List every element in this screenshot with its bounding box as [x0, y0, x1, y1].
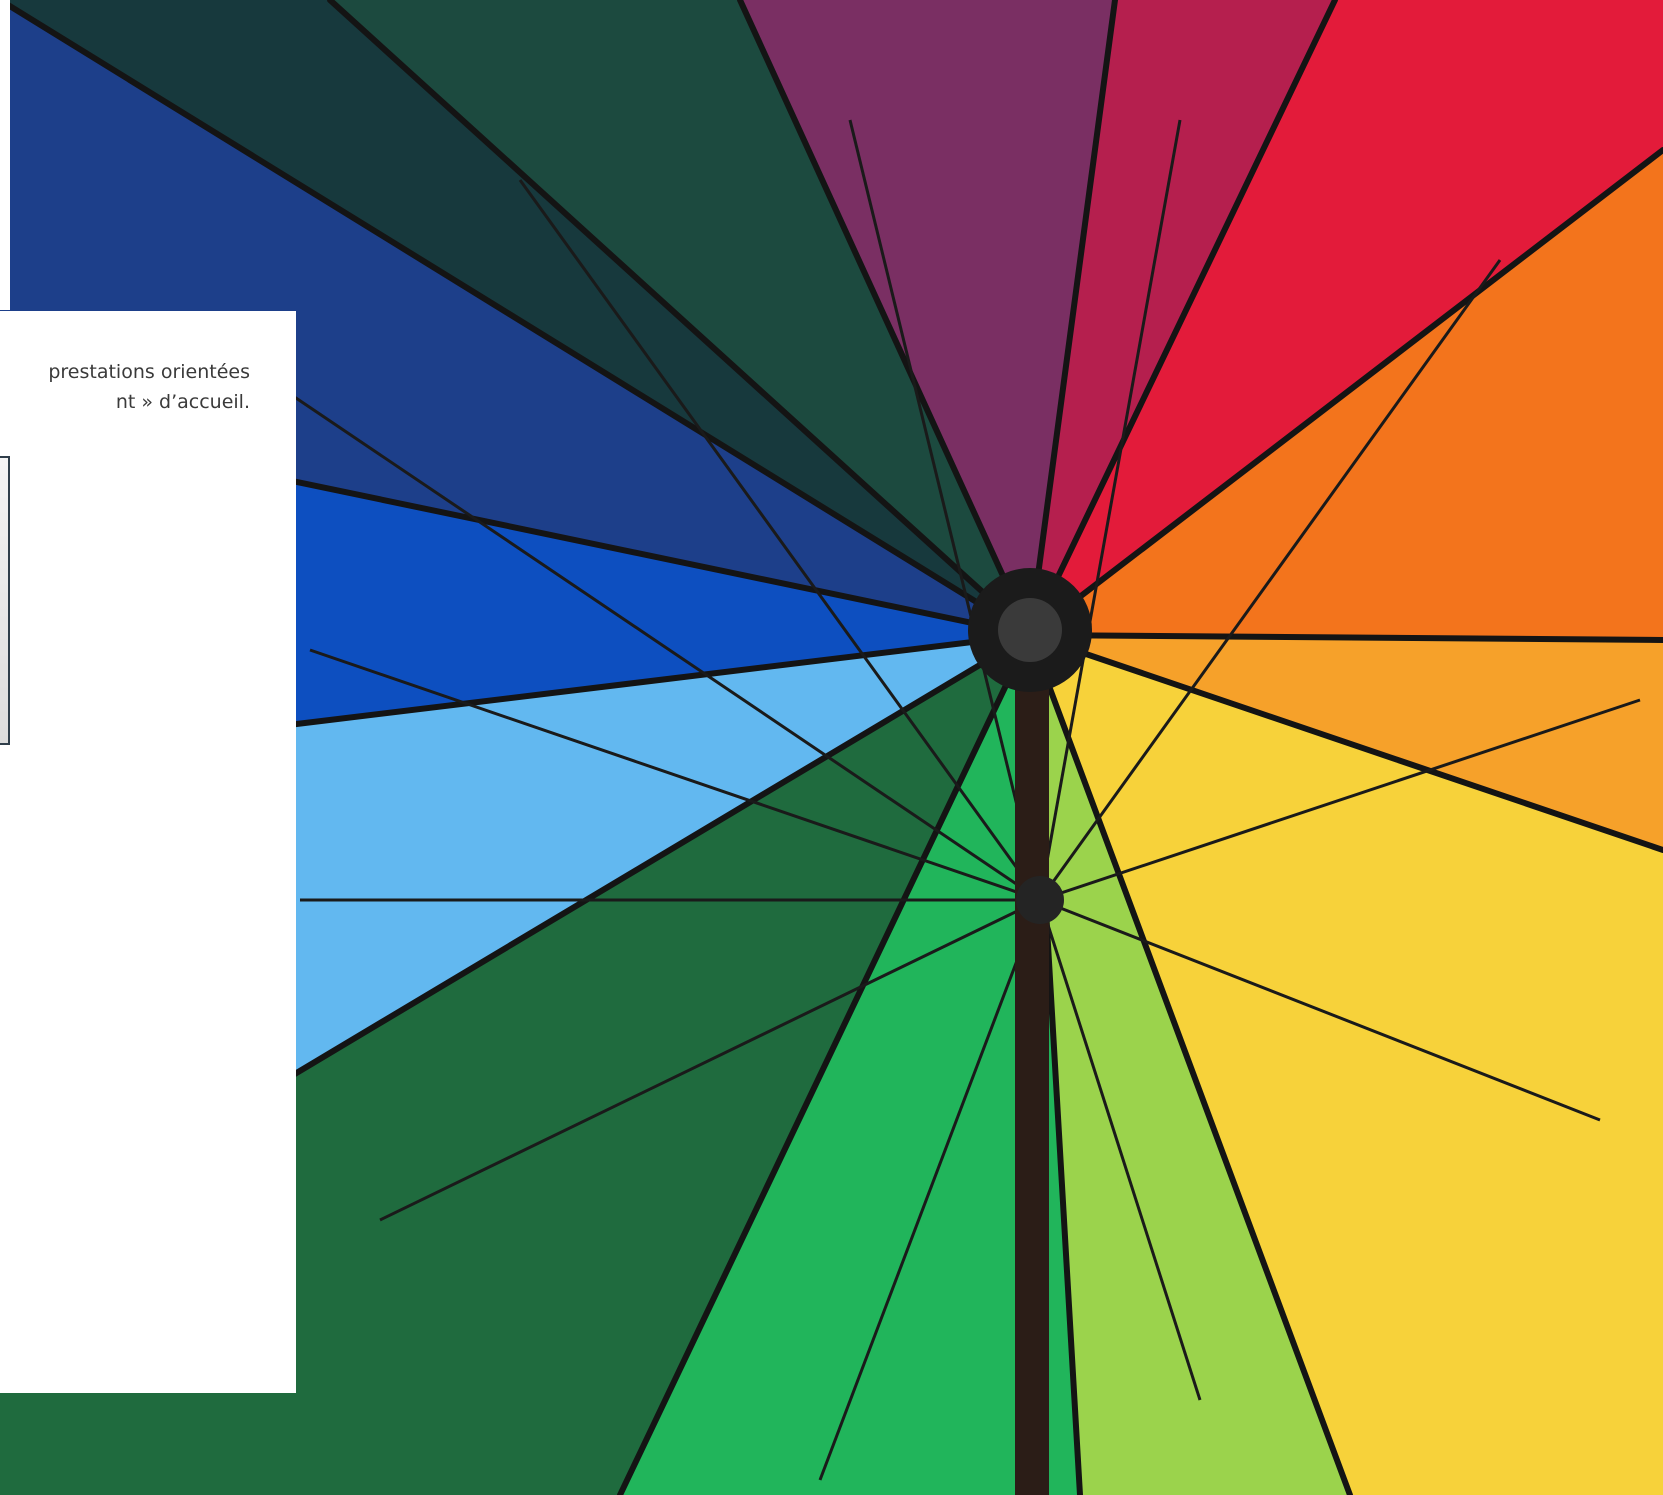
card-line-2: nt » d’accueil.: [115, 391, 250, 413]
umbrella-runner: [1016, 876, 1064, 924]
card-paragraph: prestations orientées nt » d’accueil.: [0, 357, 250, 417]
left-edge-strip: [0, 0, 10, 310]
umbrella-shaft: [1015, 635, 1049, 1495]
card-line-1: prestations orientées: [48, 361, 250, 383]
bordered-image-frame: [0, 456, 10, 745]
text-card: prestations orientées nt » d’accueil.: [0, 311, 296, 1393]
page: prestations orientées nt » d’accueil.: [0, 0, 1663, 1495]
umbrella-hub-cap: [998, 598, 1062, 662]
